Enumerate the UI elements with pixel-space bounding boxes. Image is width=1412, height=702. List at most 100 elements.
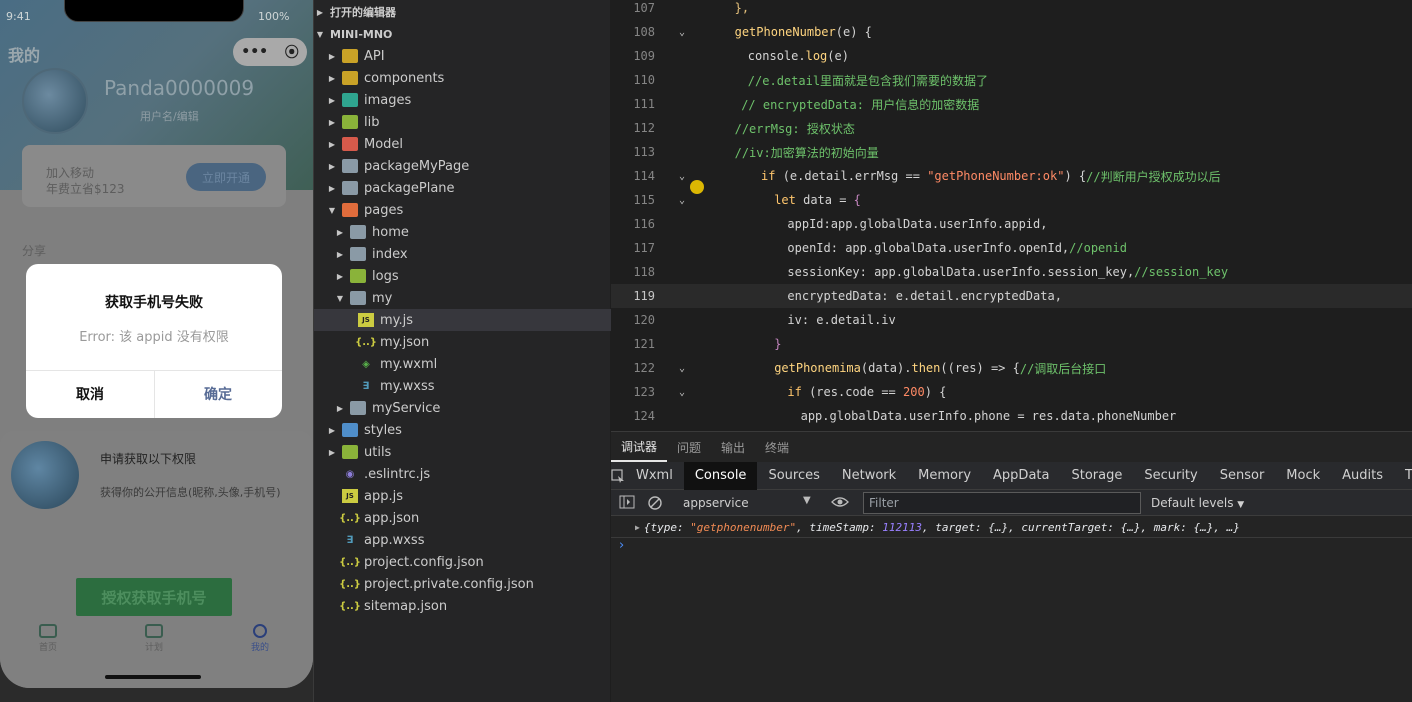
chevron-down-icon[interactable]: ▼: [803, 495, 811, 506]
file-item[interactable]: ◈ my.wxml: [314, 353, 611, 375]
file-item[interactable]: {..} my.json: [314, 331, 611, 353]
file-item[interactable]: ∃ my.wxss: [314, 375, 611, 397]
get-phone-button[interactable]: 授权获取手机号: [76, 578, 232, 616]
folder-item[interactable]: ▶ packagePlane: [314, 177, 611, 199]
fold-chevron-icon[interactable]: ⌄: [669, 171, 695, 182]
fold-chevron-icon[interactable]: ⌄: [669, 387, 695, 398]
log-levels-select[interactable]: Default levels ▼: [1151, 496, 1244, 510]
console-prompt[interactable]: ›: [619, 538, 624, 553]
file-item[interactable]: {..} app.json: [314, 507, 611, 529]
expand-arrow-icon[interactable]: ▶: [635, 523, 640, 532]
folder-item[interactable]: ▶ API: [314, 45, 611, 67]
tab-plan[interactable]: 计划: [124, 618, 184, 653]
folder-item[interactable]: ▶ utils: [314, 441, 611, 463]
project-header[interactable]: ▼ MINI-MNO: [314, 23, 611, 45]
inspect-icon[interactable]: [611, 468, 625, 483]
console-entry[interactable]: ▶ {type: "getphonenumber", timeStamp: 11…: [611, 518, 1412, 538]
code-line[interactable]: 120 iv: e.detail.iv: [611, 308, 1412, 332]
panel-tab-console[interactable]: Console: [683, 461, 758, 490]
folder-item[interactable]: ▶ images: [314, 89, 611, 111]
vip-open-button[interactable]: 立即开通: [186, 163, 266, 191]
file-item[interactable]: {..} sitemap.json: [314, 595, 611, 617]
panel-tab-memory[interactable]: Memory: [907, 462, 982, 490]
tab-home[interactable]: 首页: [18, 618, 78, 653]
miniprogram-capsule[interactable]: ••• ⦿: [233, 38, 307, 66]
folder-item[interactable]: ▼ pages: [314, 199, 611, 221]
code-line[interactable]: 110 //e.detail里面就是包含我们需要的数据了: [611, 68, 1412, 92]
file-item[interactable]: {..} project.private.config.json: [314, 573, 611, 595]
filter-input[interactable]: Filter: [863, 492, 1141, 514]
devtools-tab[interactable]: 输出: [711, 432, 755, 462]
code-line[interactable]: 123 ⌄ if (res.code == 200) {: [611, 380, 1412, 404]
file-item[interactable]: {..} project.config.json: [314, 551, 611, 573]
chevron-down-icon: ▼: [316, 29, 324, 39]
folder-item[interactable]: ▶ styles: [314, 419, 611, 441]
code-line[interactable]: 117 openId: app.globalData.userInfo.openI…: [611, 236, 1412, 260]
fold-chevron-icon[interactable]: ⌄: [669, 195, 695, 206]
avatar[interactable]: [22, 68, 88, 134]
eye-icon[interactable]: [831, 495, 849, 512]
clear-console-icon[interactable]: [647, 495, 663, 514]
panel-tab-mock[interactable]: Mock: [1275, 462, 1331, 490]
open-editors-header[interactable]: ▶ 打开的编辑器: [314, 1, 611, 23]
more-icon[interactable]: •••: [241, 44, 268, 60]
folder-item[interactable]: ▶ logs: [314, 265, 611, 287]
code-line[interactable]: 112 //errMsg: 授权状态: [611, 116, 1412, 140]
menu-share[interactable]: 分享: [22, 242, 46, 259]
fold-chevron-icon[interactable]: ⌄: [669, 363, 695, 374]
panel-tab-appdata[interactable]: AppData: [982, 462, 1060, 490]
file-item[interactable]: ◉ .eslintrc.js: [314, 463, 611, 485]
folder-item[interactable]: ▶ index: [314, 243, 611, 265]
confirm-button[interactable]: 确定: [154, 370, 282, 418]
lightbulb-icon[interactable]: [690, 180, 704, 194]
chevron-right-icon: ▶: [316, 7, 324, 17]
panel-tab-sources[interactable]: Sources: [757, 462, 830, 490]
line-number: 118: [633, 265, 655, 279]
code-line[interactable]: 119 encryptedData: e.detail.encryptedData…: [611, 284, 1412, 308]
close-icon[interactable]: ⦿: [285, 42, 299, 62]
sheet-title: 申请获取以下权限: [100, 452, 197, 466]
code-line[interactable]: 115 ⌄ let data = {: [611, 188, 1412, 212]
code-line[interactable]: 118 sessionKey: app.globalData.userInfo.s…: [611, 260, 1412, 284]
sidebar-toggle-icon[interactable]: [619, 495, 635, 512]
devtools-tab[interactable]: 调试器: [611, 432, 668, 462]
cancel-button[interactable]: 取消: [26, 370, 154, 418]
code-line[interactable]: 109 console. log (e): [611, 44, 1412, 68]
panel-tab-sensor[interactable]: Sensor: [1209, 462, 1276, 490]
devtools-tab[interactable]: 终端: [755, 432, 799, 462]
devtools-tab[interactable]: 问题: [667, 432, 711, 462]
folder-item[interactable]: ▶ home: [314, 221, 611, 243]
folder-item[interactable]: ▶ lib: [314, 111, 611, 133]
code-line[interactable]: 124 app.globalData.userInfo.phone = res.d…: [611, 404, 1412, 428]
code-line[interactable]: 111 // encryptedData: 用户信息的加密数据: [611, 92, 1412, 116]
code-line[interactable]: 108 ⌄ getPhoneNumber (e) {: [611, 20, 1412, 44]
panel-tab-audits[interactable]: Audits: [1331, 462, 1394, 490]
folder-item[interactable]: ▼ my: [314, 287, 611, 309]
tree-item-label: app.js: [364, 488, 403, 504]
tree-item-label: my.wxml: [380, 356, 438, 372]
fold-chevron-icon[interactable]: ⌄: [669, 27, 695, 38]
file-item[interactable]: JS app.js: [314, 485, 611, 507]
code-editor[interactable]: 107}, 108 ⌄ getPhoneNumber (e) {109 console. l…: [611, 0, 1412, 431]
code-line[interactable]: 121}: [611, 332, 1412, 356]
code-line[interactable]: 114 ⌄ if (e.detail.errMsg == "getPhoneNumb…: [611, 164, 1412, 188]
context-select[interactable]: appservice: [683, 496, 749, 510]
code-line[interactable]: 122 ⌄ getPhonemima (data). then ((res) => {//…: [611, 356, 1412, 380]
panel-tab-security[interactable]: Security: [1133, 462, 1208, 490]
folder-item[interactable]: ▶ Model: [314, 133, 611, 155]
folder-item[interactable]: ▶ packageMyPage: [314, 155, 611, 177]
tab-mine[interactable]: 我的: [230, 618, 290, 653]
code-line[interactable]: 107},: [611, 0, 1412, 20]
tree-item-label: myService: [372, 400, 441, 416]
panel-tab-storage[interactable]: Storage: [1060, 462, 1133, 490]
folder-item[interactable]: ▶ myService: [314, 397, 611, 419]
code-line[interactable]: 113 //iv:加密算法的初始向量: [611, 140, 1412, 164]
code-line[interactable]: 116 appId:app.globalData.userInfo.appid,: [611, 212, 1412, 236]
panel-tab-network[interactable]: Network: [831, 462, 907, 490]
panel-tab-trace[interactable]: Trace: [1394, 462, 1412, 490]
file-item[interactable]: JS my.js: [314, 309, 611, 331]
panel-tab-wxml[interactable]: Wxml: [625, 462, 684, 490]
folder-item[interactable]: ▶ components: [314, 67, 611, 89]
tab-label: 我的: [250, 643, 269, 653]
file-item[interactable]: ∃ app.wxss: [314, 529, 611, 551]
